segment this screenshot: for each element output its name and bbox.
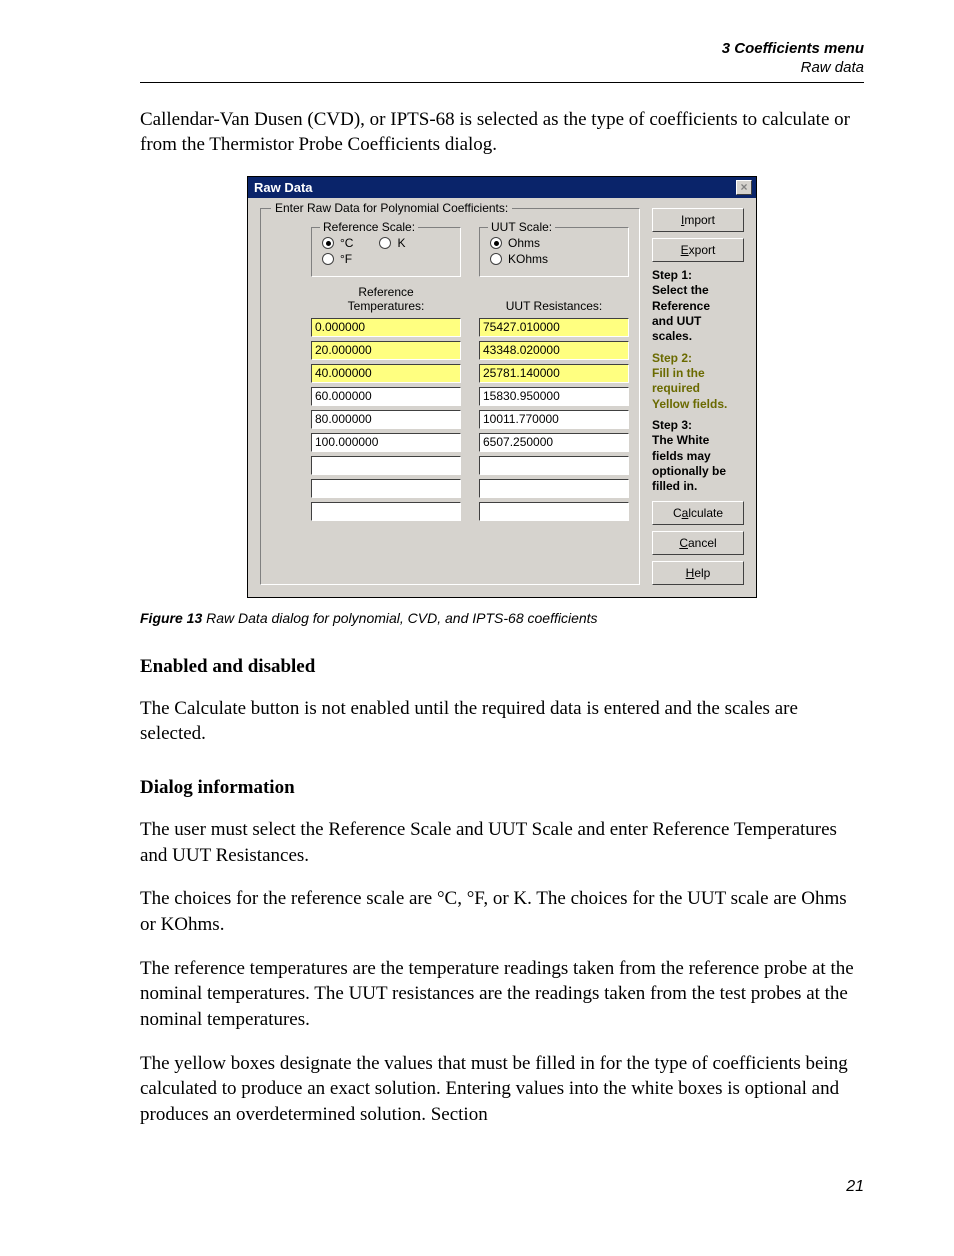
reference-temperatures-column: Reference Temperatures: (311, 285, 461, 525)
radio-ref-k-label: K (397, 236, 405, 250)
ref-temp-input[interactable] (311, 479, 461, 498)
cancel-button[interactable]: Cancel (652, 531, 744, 555)
uut-res-input[interactable] (479, 318, 629, 337)
calculate-button[interactable]: Calculate (652, 501, 744, 525)
radio-uut-kohms[interactable] (490, 253, 502, 265)
radio-ref-c-label: °C (340, 236, 353, 250)
figure-text: Raw Data dialog for polynomial, CVD, and… (202, 610, 597, 626)
enabled-heading: Enabled and disabled (140, 656, 864, 678)
data-columns: Reference Temperatures: (311, 285, 629, 525)
document-page: 3 Coefficients menu Raw data Callendar-V… (0, 0, 954, 1256)
uut-res-input[interactable] (479, 341, 629, 360)
raw-data-dialog: Raw Data × Enter Raw Data for Polynomial… (247, 176, 757, 598)
uut-res-caption: UUT Resistances: (479, 285, 629, 314)
figure-wrapper: Raw Data × Enter Raw Data for Polynomial… (140, 176, 864, 598)
ref-temp-input[interactable] (311, 318, 461, 337)
ref-temp-input[interactable] (311, 502, 461, 521)
page-header: 3 Coefficients menu Raw data (140, 40, 864, 78)
close-icon[interactable]: × (736, 180, 752, 195)
radio-ref-k[interactable] (379, 237, 391, 249)
uut-res-input[interactable] (479, 364, 629, 383)
step3-text: Step 3: The White fields may optionally … (652, 418, 744, 495)
help-button[interactable]: Help (652, 561, 744, 585)
header-section: Raw data (140, 59, 864, 78)
page-number: 21 (140, 1178, 864, 1196)
side-column: Import Export Step 1: Select the Referen… (652, 208, 744, 585)
step1-text: Step 1: Select the Reference and UUT sca… (652, 268, 744, 345)
figure-number: Figure 13 (140, 610, 202, 626)
uut-scale-group: UUT Scale: Ohms KOhms (479, 227, 629, 277)
step2-text: Step 2: Fill in the required Yellow fiel… (652, 351, 744, 412)
radio-uut-kohms-label: KOhms (508, 252, 548, 266)
reference-scale-group: Reference Scale: °C K °F (311, 227, 461, 277)
dlginfo-p2: The choices for the reference scale are … (140, 886, 864, 937)
dialog-titlebar: Raw Data × (248, 177, 756, 198)
radio-uut-ohms[interactable] (490, 237, 502, 249)
radio-ref-c[interactable] (322, 237, 334, 249)
figure-caption: Figure 13 Raw Data dialog for polynomial… (140, 610, 600, 626)
dlginfo-p4: The yellow boxes designate the values th… (140, 1051, 864, 1128)
header-chapter: 3 Coefficients menu (140, 40, 864, 59)
uut-res-input[interactable] (479, 410, 629, 429)
fieldset-legend: Enter Raw Data for Polynomial Coefficien… (271, 201, 512, 215)
enabled-paragraph: The Calculate button is not enabled unti… (140, 696, 864, 747)
ref-temp-input[interactable] (311, 456, 461, 475)
polynomial-fieldset: Enter Raw Data for Polynomial Coefficien… (260, 208, 640, 585)
ref-temp-input[interactable] (311, 410, 461, 429)
ref-temps-caption: Reference Temperatures: (311, 285, 461, 314)
import-button[interactable]: Import (652, 208, 744, 232)
uut-res-input[interactable] (479, 479, 629, 498)
uut-res-input[interactable] (479, 502, 629, 521)
uut-res-input[interactable] (479, 433, 629, 452)
ref-temp-input[interactable] (311, 387, 461, 406)
uut-resistances-column: UUT Resistances: (479, 285, 629, 525)
radio-ref-f[interactable] (322, 253, 334, 265)
ref-temp-input[interactable] (311, 433, 461, 452)
dialog-body: Enter Raw Data for Polynomial Coefficien… (248, 198, 756, 597)
uut-scale-legend: UUT Scale: (488, 220, 555, 234)
dlginfo-p1: The user must select the Reference Scale… (140, 817, 864, 868)
intro-paragraph: Callendar-Van Dusen (CVD), or IPTS-68 is… (140, 107, 864, 158)
ref-temp-input[interactable] (311, 364, 461, 383)
reference-scale-legend: Reference Scale: (320, 220, 418, 234)
radio-uut-ohms-label: Ohms (508, 236, 540, 250)
uut-res-input[interactable] (479, 387, 629, 406)
export-button[interactable]: Export (652, 238, 744, 262)
dialog-info-heading: Dialog information (140, 777, 864, 799)
dlginfo-p3: The reference temperatures are the tempe… (140, 956, 864, 1033)
scales-row: Reference Scale: °C K °F (311, 227, 629, 277)
ref-temp-input[interactable] (311, 341, 461, 360)
radio-ref-f-label: °F (340, 252, 352, 266)
dialog-title: Raw Data (254, 180, 313, 195)
header-rule (140, 82, 864, 83)
uut-res-input[interactable] (479, 456, 629, 475)
